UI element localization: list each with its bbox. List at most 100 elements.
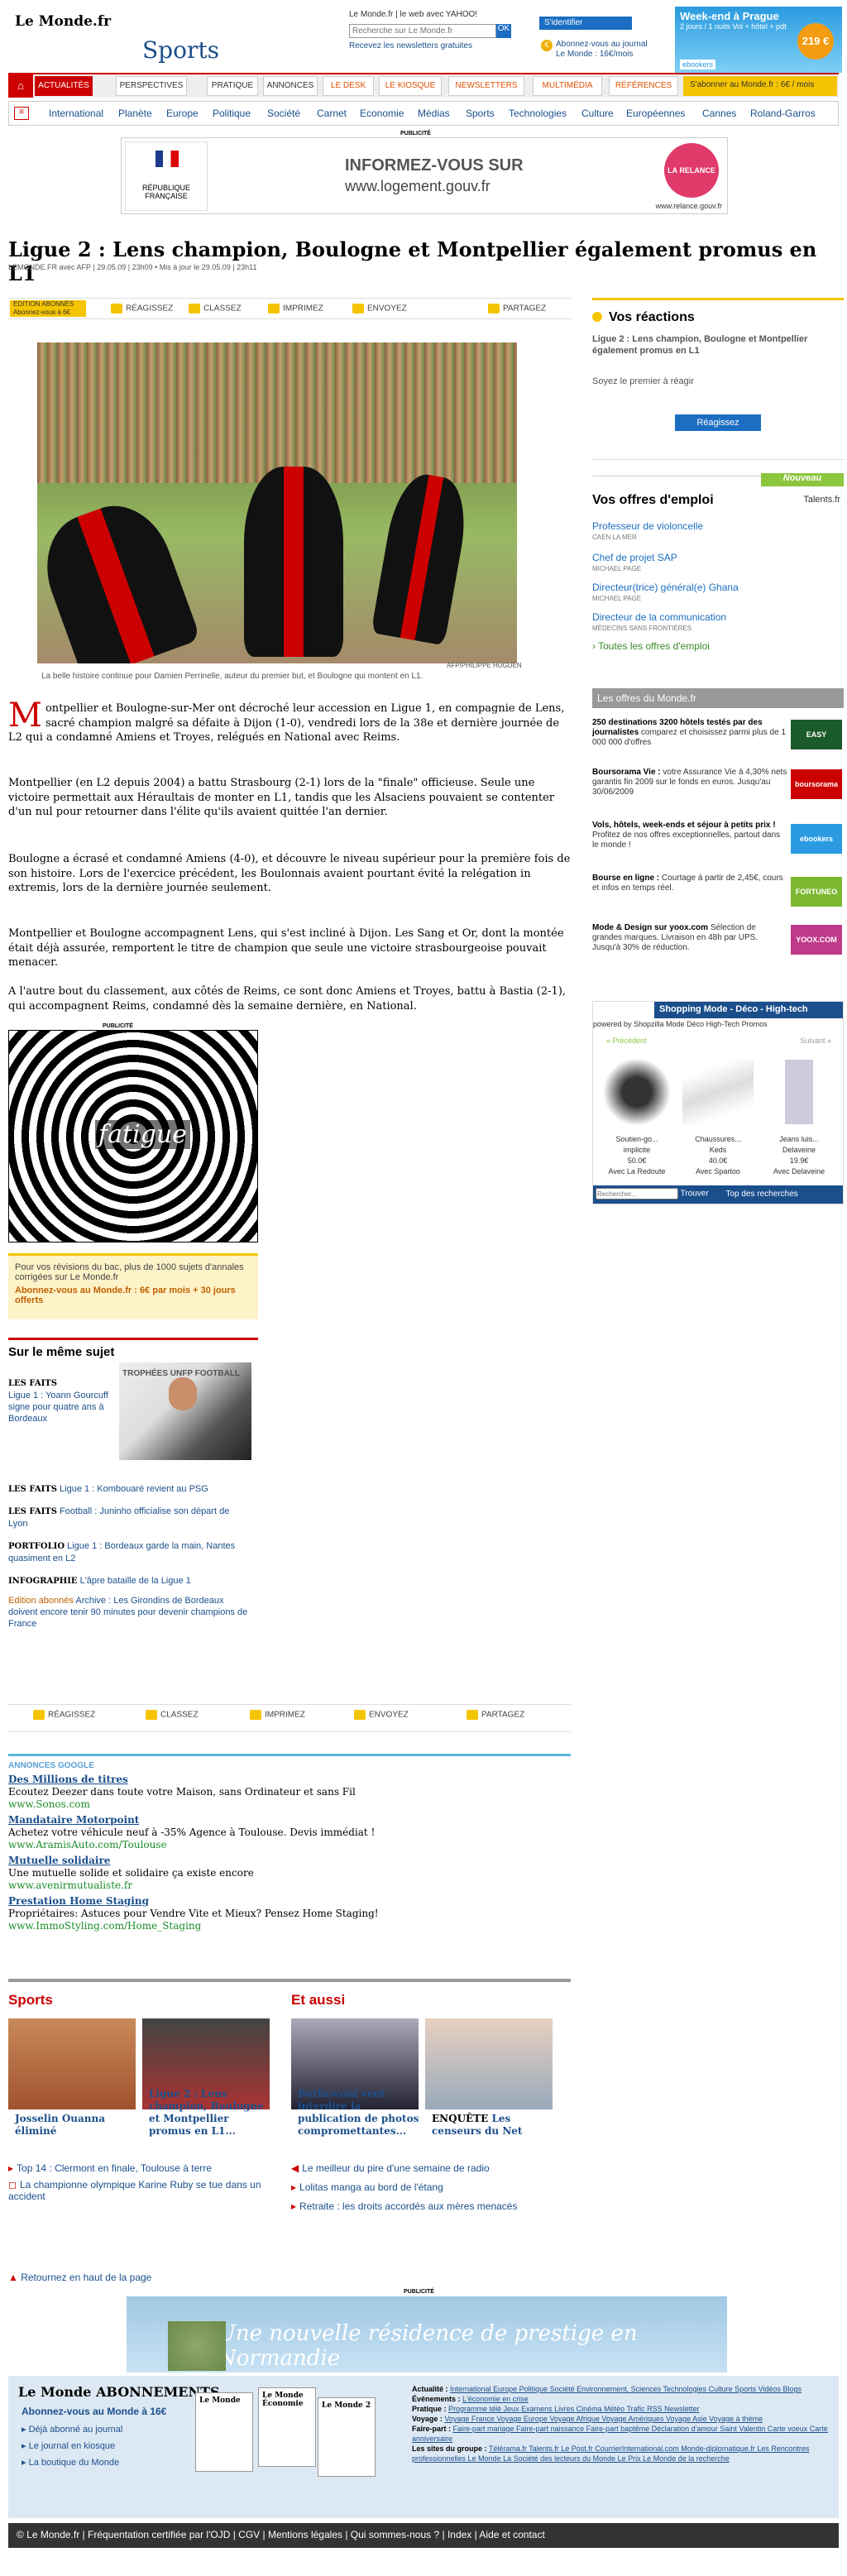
offer-5[interactable]: Mode & Design sur yoox.com Sélection de … xyxy=(592,923,787,953)
edition-abonnes-badge[interactable]: EDITION ABONNÉS Abonnez-vous à 6€ xyxy=(10,300,86,317)
offer-1[interactable]: 250 destinations 3200 hôtels testés par … xyxy=(592,718,787,748)
talents-logo[interactable]: Talents.fr xyxy=(803,495,840,505)
footer-bar[interactable]: © Le Monde.fr | Fréquentation certifiée … xyxy=(8,2523,839,2548)
same-item-6[interactable]: Edition abonnés Archive : Les Girondins … xyxy=(8,1595,248,1630)
subnav-planete[interactable]: Planète xyxy=(118,108,152,119)
footer-link-1[interactable]: ▸ Déjà abonné au journal xyxy=(22,2424,122,2435)
google-ad-3[interactable]: Mutuelle solidaire Une mutuelle solide et… xyxy=(8,1855,571,1892)
react-button-bottom[interactable]: RÉAGISSEZ xyxy=(33,1710,95,1720)
next-button[interactable]: Suivant » xyxy=(800,1037,831,1045)
shopping-tabs[interactable]: powered by Shopzilla Mode Déco High-Tech… xyxy=(593,1020,843,1032)
search-button[interactable]: OK xyxy=(496,24,511,38)
offer-3-logo[interactable]: ebookers xyxy=(791,824,842,854)
same-item-4[interactable]: PORTFOLIO Ligue 1 : Bordeaux garde la ma… xyxy=(8,1540,248,1564)
google-ad-4[interactable]: Prestation Home Staging Propriétaires: As… xyxy=(8,1895,571,1932)
bac-cta[interactable]: Abonnez-vous au Monde.fr : 6€ par mois +… xyxy=(15,1286,251,1305)
footer-logo[interactable]: Le Monde ABONNEMENTS xyxy=(18,2384,220,2400)
classify-button[interactable]: CLASSEZ xyxy=(189,304,242,314)
back-to-top-link[interactable]: ▲ Retournez en haut de la page xyxy=(8,2272,151,2283)
subnav-politique[interactable]: Politique xyxy=(213,108,251,119)
same-item-3[interactable]: LES FAITS Football : Juninho officialise… xyxy=(8,1506,248,1530)
also-link-2[interactable]: ▸ Lolitas manga au bord de l'étang xyxy=(291,2181,443,2193)
bac-box[interactable]: Pour vos révisions du bac, plus de 1000 … xyxy=(8,1253,258,1319)
subnav-societe[interactable]: Société xyxy=(267,108,300,119)
job-2[interactable]: Chef de projet SAP MICHAEL PAGE xyxy=(592,553,677,574)
job-3[interactable]: Directeur(trice) général(e) Ghana MICHAEL… xyxy=(592,582,739,604)
product-1[interactable]: Soutien-go... implicite 50.0€ Avec La Redou… xyxy=(601,1134,672,1177)
product-image-3[interactable] xyxy=(763,1060,835,1124)
rubrique-icon[interactable]: ≡ xyxy=(14,107,29,120)
also-link-1[interactable]: ◀ Le meilleur du pire d'une semaine de ra… xyxy=(291,2162,490,2174)
sports-heading[interactable]: Sports xyxy=(8,1992,53,2009)
tab-kiosque[interactable]: LE KIOSQUE xyxy=(379,76,442,96)
reactions-button[interactable]: Réagissez xyxy=(675,414,761,431)
subnav-europeennes[interactable]: Européennes xyxy=(626,108,685,119)
offer-2-logo[interactable]: boursorama banque xyxy=(791,769,842,818)
job-4[interactable]: Directeur de la communication MÉDECINS SA… xyxy=(592,612,726,634)
card-title-2[interactable]: Ligue 2 : Lens champion, Boulogne et Mon… xyxy=(149,2088,273,2138)
subnav-cannes[interactable]: Cannes xyxy=(702,108,736,119)
subnav-roland-garros[interactable]: Roland-Garros xyxy=(750,108,816,119)
subscribe-bar[interactable]: S'abonner au Monde.fr : 6€ / mois xyxy=(683,76,837,96)
footer-row-1[interactable]: Actualité : International Europe Politiq… xyxy=(412,2384,834,2394)
subnav-technologies[interactable]: Technologies xyxy=(509,108,567,119)
login-button[interactable]: S'identifier xyxy=(539,17,632,30)
sports-link-1[interactable]: ▸ Top 14 : Clermont en finale, Toulouse à… xyxy=(8,2162,273,2174)
subscribe-link[interactable]: € Abonnez-vous au journal Le Monde : 16€/… xyxy=(541,40,653,60)
tab-actualites[interactable]: ACTUALITÉS xyxy=(35,76,93,96)
offer-4[interactable]: Bourse en ligne : Courtage à partir de 2… xyxy=(592,874,787,893)
react-button[interactable]: RÉAGISSEZ xyxy=(111,304,173,314)
footer-row-2[interactable]: Événements : L'économie en crise xyxy=(412,2394,834,2404)
google-ad-1[interactable]: Des Millions de titres Ecoutez Deezer dan… xyxy=(8,1774,571,1811)
tab-annonces[interactable]: ANNONCES xyxy=(263,76,318,96)
card-title-1[interactable]: Josselin Ouanna éliminé xyxy=(15,2113,139,2138)
footer-row-5[interactable]: Faire-part : Faire-part mariage Faire-pa… xyxy=(412,2424,834,2444)
same-item-2[interactable]: LES FAITS Ligue 1 : Kombouaré revient au… xyxy=(8,1483,248,1496)
tab-newsletters[interactable]: NEWSLETTERS xyxy=(448,76,524,96)
offer-1-logo[interactable]: EASY VOYAGE xyxy=(791,720,842,768)
subnav-international[interactable]: International xyxy=(49,108,103,119)
subnav-culture[interactable]: Culture xyxy=(581,108,614,119)
google-ad-2[interactable]: Mandataire Motorpoint Achetez votre véhic… xyxy=(8,1814,571,1851)
tab-multimedia[interactable]: MULTIMÉDIA xyxy=(533,76,602,96)
classify-button-bottom[interactable]: CLASSEZ xyxy=(146,1710,199,1720)
top-searches-link[interactable]: Top des recherches xyxy=(725,1190,797,1199)
map-thumb[interactable] xyxy=(425,2018,553,2109)
subnav-medias[interactable]: Médias xyxy=(418,108,450,119)
product-3[interactable]: Jeans luis... Delaveine 19.9€ Avec Delavein… xyxy=(763,1134,835,1177)
subnav-sports[interactable]: Sports xyxy=(466,108,495,119)
site-logo[interactable]: Le Monde.fr xyxy=(15,13,111,30)
footer-link-3[interactable]: ▸ La boutique du Monde xyxy=(22,2457,119,2468)
offer-5-logo[interactable]: YOOX.COM xyxy=(791,925,842,955)
print-button-bottom[interactable]: IMPRIMEZ xyxy=(250,1710,305,1720)
card-title-4[interactable]: ENQUÊTE Les censeurs du Net xyxy=(432,2113,556,2138)
product-image-1[interactable] xyxy=(601,1060,672,1124)
same-subject-image[interactable]: TROPHÉES UNFP FOOTBALL xyxy=(119,1362,251,1460)
top-ad-banner[interactable]: RÉPUBLIQUE FRANÇAISE INFORMEZ-VOUS SUR w… xyxy=(121,137,728,214)
share-button[interactable]: PARTAGEZ xyxy=(488,304,546,314)
home-icon[interactable]: ⌂ xyxy=(8,74,33,98)
offer-4-logo[interactable]: FORTUNEO xyxy=(791,877,842,907)
sports-link-2[interactable]: ◻ La championne olympique Karine Ruby se … xyxy=(8,2179,273,2202)
footer-subscribe[interactable]: Abonnez-vous au Monde à 16€ xyxy=(22,2406,166,2417)
subnav-europe[interactable]: Europe xyxy=(166,108,199,119)
subnav-economie[interactable]: Economie xyxy=(360,108,404,119)
product-image-2[interactable] xyxy=(682,1060,754,1124)
send-button-bottom[interactable]: ENVOYEZ xyxy=(354,1710,409,1720)
print-button[interactable]: IMPRIMEZ xyxy=(268,304,323,314)
same-item-5[interactable]: INFOGRAPHIE L'âpre bataille de la Ligue … xyxy=(8,1575,248,1587)
tab-desk[interactable]: LE DESK xyxy=(323,76,374,96)
send-button[interactable]: ENVOYEZ xyxy=(352,304,407,314)
footer-row-3[interactable]: Pratique : Programme télé Jeux Examens L… xyxy=(412,2404,834,2414)
tab-references[interactable]: RÉFÉRENCES xyxy=(609,76,678,96)
product-2[interactable]: Chaussures... Keds 40.0€ Avec Spartoo xyxy=(682,1134,754,1177)
also-heading[interactable]: Et aussi xyxy=(291,1992,345,2009)
promo-banner[interactable]: Week-end à Prague 2 jours / 1 nuits Vol … xyxy=(675,7,842,73)
job-1[interactable]: Professeur de violoncelle CAEN LA MER xyxy=(592,521,703,543)
shopping-search-button[interactable]: Trouver xyxy=(681,1190,709,1199)
same-item-1[interactable]: LES FAITS Ligue 1 : Yoann Gourcuff signe … xyxy=(8,1377,119,1424)
also-link-3[interactable]: ▸ Retraite : les droits accordés aux mère… xyxy=(291,2200,517,2212)
footer-row-6[interactable]: Les sites du groupe : Télérama.fr Talent… xyxy=(412,2444,834,2463)
card-title-3[interactable]: Berlusconi veut interdire la publication… xyxy=(298,2088,422,2138)
prev-button[interactable]: « Précédent xyxy=(606,1037,647,1045)
